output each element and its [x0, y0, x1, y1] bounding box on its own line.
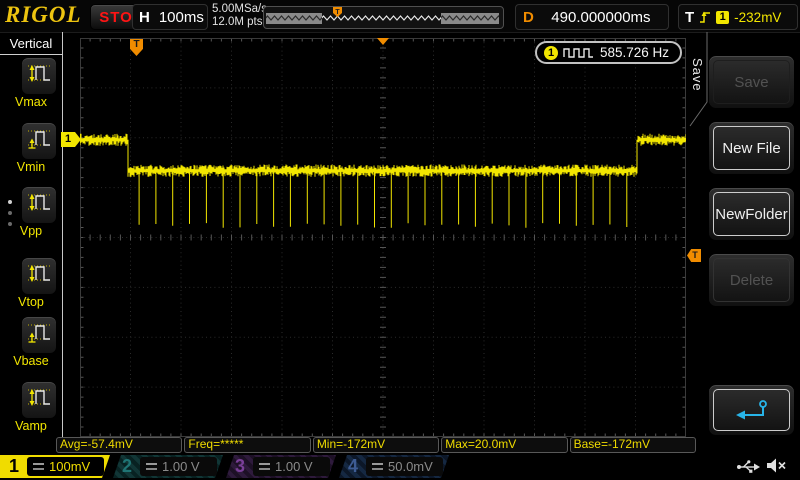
- dc-coupling-icon: [146, 463, 157, 470]
- sidebar-item-vamp-label: Vamp: [15, 419, 47, 433]
- horizontal-delay-box[interactable]: D 490.000000ms: [515, 4, 669, 30]
- sidebar-item-vpp-label: Vpp: [19, 224, 43, 238]
- ch1-position-marker[interactable]: 1: [61, 132, 81, 147]
- dc-coupling-icon: [372, 463, 383, 470]
- menu-button-new-file[interactable]: New File: [708, 121, 795, 175]
- menu-button-save[interactable]: Save: [708, 55, 795, 109]
- horizontal-timebase-box[interactable]: H 100ms: [132, 4, 208, 30]
- return-arrow-icon: [735, 400, 767, 420]
- rising-slope-icon: [700, 11, 711, 23]
- top-status-bar: RIGOL STOP H 100ms 5.00MSa/s 12.0M pts T…: [0, 0, 800, 33]
- trigger-center-indicator: [377, 38, 389, 45]
- channel-4-scale-box: 50.0mV: [366, 457, 443, 476]
- delay-value: 490.000000ms: [551, 8, 651, 26]
- channel-4-number: 4: [348, 456, 359, 476]
- pulse-train-icon: [563, 47, 593, 58]
- page-dot-2: [8, 211, 12, 215]
- measurement-max: Max=20.0mV: [441, 437, 568, 453]
- ch1-waveform: [80, 133, 686, 228]
- trigger-level-value: -232mV: [734, 9, 782, 25]
- channel-2-number: 2: [122, 456, 133, 476]
- sidebar-item-vmin-label: Vmin: [16, 160, 46, 174]
- menu-button-new-folder[interactable]: NewFolder: [708, 187, 795, 241]
- sample-rate: 5.00MSa/s: [212, 3, 267, 15]
- channel-2-scale: 1.00 V: [162, 459, 200, 474]
- delay-label: D: [523, 8, 534, 26]
- dc-coupling-icon: [259, 463, 270, 470]
- channel-3-number: 3: [235, 456, 246, 476]
- sidebar-item-vbase[interactable]: [21, 316, 57, 354]
- svg-text:T: T: [335, 9, 340, 16]
- sidebar-item-vtop-label: Vtop: [18, 295, 44, 309]
- vmin-icon: [25, 127, 53, 156]
- speaker-muted-icon: [767, 458, 786, 473]
- vamp-icon: [25, 386, 53, 415]
- menu-button-delete[interactable]: Delete: [708, 253, 795, 307]
- page-dot-1: [8, 200, 12, 204]
- menu-button-back[interactable]: [708, 384, 795, 436]
- channel-3-block[interactable]: 3 1.00 V: [226, 455, 336, 478]
- trigger-label: T: [685, 8, 695, 26]
- sidebar-item-vmax[interactable]: [21, 57, 57, 95]
- channel-1-block[interactable]: 1 100mV: [0, 455, 110, 478]
- dc-coupling-icon: [33, 463, 44, 470]
- channel-bar: 1 100mV 2 1.00 V 3 1.00 V 4 50.0mV: [0, 454, 800, 480]
- waveform-memory-preview[interactable]: T: [263, 6, 504, 29]
- channel-2-scale-box: 1.00 V: [140, 457, 217, 476]
- measurement-base: Base=-172mV: [569, 437, 697, 453]
- usb-icon: [737, 460, 760, 473]
- vmax-icon: [25, 62, 53, 91]
- memory-preview-graphic: T: [266, 7, 499, 24]
- sidebar-item-vamp[interactable]: [21, 381, 57, 419]
- trigger-source-badge: 1: [716, 10, 730, 24]
- sidebar-item-vmax-label: Vmax: [15, 95, 47, 109]
- oscilloscope-screen: RIGOL STOP H 100ms 5.00MSa/s 12.0M pts T…: [0, 0, 800, 480]
- horizontal-label: H: [139, 8, 150, 26]
- sidebar-item-vtop[interactable]: [21, 257, 57, 295]
- acquisition-info: 5.00MSa/s 12.0M pts: [212, 3, 267, 29]
- vpp-icon: [25, 191, 53, 220]
- vbase-icon: [25, 321, 53, 350]
- channel-1-number: 1: [9, 456, 20, 476]
- sidebar-item-vmin[interactable]: [21, 122, 57, 160]
- channel-4-scale: 50.0mV: [388, 459, 433, 474]
- measurement-avg: Avg=-57.4mV: [56, 437, 183, 453]
- channel-3-scale: 1.00 V: [275, 459, 313, 474]
- channel-1-scale-box: 100mV: [27, 457, 104, 476]
- frequency-counter-badge: 1 585.726 Hz: [535, 41, 682, 64]
- sidebar-divider: [62, 32, 63, 453]
- trigger-level-marker[interactable]: T: [687, 249, 701, 262]
- counter-source-badge: 1: [544, 45, 558, 60]
- graticule: [80, 38, 686, 437]
- channel-4-block[interactable]: 4 50.0mV: [339, 455, 449, 478]
- memory-depth: 12.0M pts: [212, 16, 263, 28]
- channel-1-scale: 100mV: [49, 459, 91, 474]
- timebase-value: 100ms: [158, 8, 204, 26]
- rigol-logo: RIGOL: [5, 2, 82, 27]
- trigger-info-box[interactable]: T 1 -232mV: [678, 4, 798, 30]
- channel-2-block[interactable]: 2 1.00 V: [113, 455, 223, 478]
- measurement-status-bar: Avg=-57.4mV Freq=***** Min=-172mV Max=20…: [56, 437, 697, 453]
- sidebar-item-vpp[interactable]: [21, 186, 57, 224]
- menu-tab-save: Save: [690, 58, 705, 92]
- page-dot-3: [8, 222, 12, 226]
- counter-frequency-value: 585.726 Hz: [600, 45, 670, 60]
- vtop-icon: [25, 262, 53, 291]
- sidebar-title: Vertical: [0, 36, 62, 55]
- channel-3-scale-box: 1.00 V: [253, 457, 330, 476]
- measurement-freq: Freq=*****: [184, 437, 311, 453]
- sidebar-item-vbase-label: Vbase: [13, 354, 49, 368]
- measurement-min: Min=-172mV: [312, 437, 440, 453]
